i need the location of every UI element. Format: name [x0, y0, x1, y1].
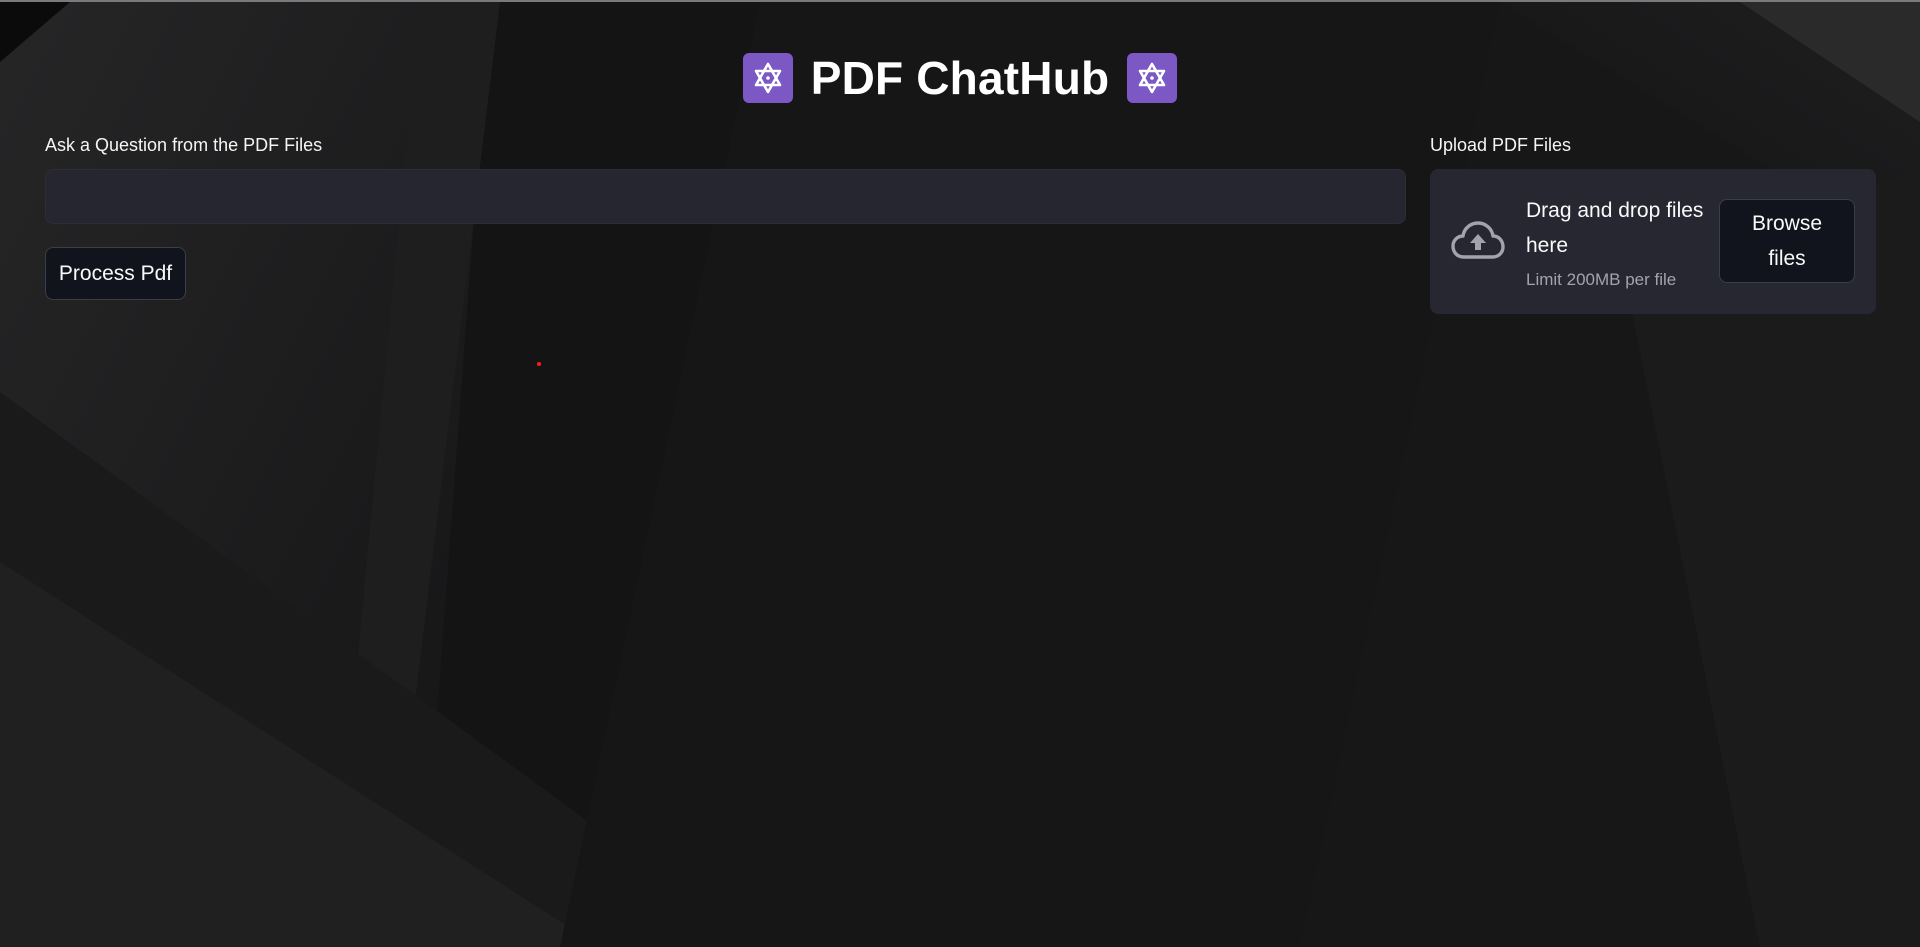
star-of-david-icon [742, 53, 793, 103]
upload-label: Upload PDF Files [1430, 135, 1572, 155]
page-title: PDF ChatHub [810, 52, 1110, 104]
cursor-marker [537, 362, 541, 366]
dropzone-instruction: Drag and drop files here [1526, 199, 1704, 257]
file-dropzone[interactable]: Drag and drop files here Limit 200MB per… [1430, 169, 1876, 314]
process-pdf-button[interactable]: Process Pdf [45, 247, 186, 300]
star-of-david-icon [1127, 53, 1178, 103]
question-input[interactable] [45, 169, 1406, 224]
question-label: Ask a Question from the PDF Files [45, 135, 323, 155]
cloud-upload-icon [1450, 219, 1506, 263]
browse-files-button[interactable]: Browse files [1719, 199, 1855, 283]
page-header: PDF ChatHub [0, 50, 1920, 106]
dropzone-limit-text: Limit 200MB per file [1526, 270, 1677, 289]
